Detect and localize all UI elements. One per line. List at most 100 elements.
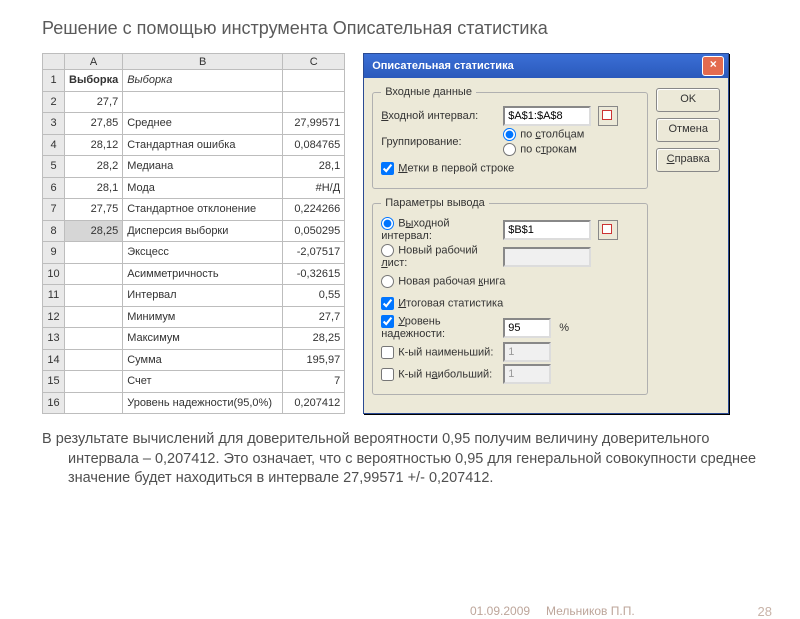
cell[interactable]: 27,99571 <box>283 113 345 135</box>
kth-smallest-checkbox[interactable]: К-ый наименьший: <box>381 346 499 359</box>
row-header[interactable]: 8 <box>43 220 65 242</box>
row-header[interactable]: 7 <box>43 199 65 221</box>
cell[interactable]: 28,25 <box>65 220 123 242</box>
cell[interactable]: #Н/Д <box>283 177 345 199</box>
dialog-titlebar[interactable]: Описательная статистика × <box>364 54 728 78</box>
new-workbook-radio[interactable]: Новая рабочая книга <box>381 275 505 288</box>
cell[interactable]: Эксцесс <box>123 242 283 264</box>
cell[interactable]: 7 <box>283 371 345 393</box>
row-header[interactable]: 2 <box>43 91 65 113</box>
table-row[interactable]: 16 Уровень надежности(95,0%)0,207412 <box>43 392 345 414</box>
cell[interactable]: Счет <box>123 371 283 393</box>
row-header[interactable]: 11 <box>43 285 65 307</box>
summary-statistics-checkbox[interactable]: Итоговая статистика <box>381 297 503 310</box>
cell[interactable] <box>65 349 123 371</box>
row-header[interactable]: 5 <box>43 156 65 178</box>
cell[interactable]: Мода <box>123 177 283 199</box>
table-row[interactable]: 9 Эксцесс-2,07517 <box>43 242 345 264</box>
row-header[interactable]: 15 <box>43 371 65 393</box>
cell[interactable]: Выборка <box>123 70 283 92</box>
kth-largest-checkbox[interactable]: К-ый наибольший: <box>381 368 499 381</box>
row-header[interactable]: 1 <box>43 70 65 92</box>
refedit-icon[interactable] <box>598 220 618 240</box>
col-a-header[interactable]: A <box>65 54 123 70</box>
cell[interactable] <box>65 328 123 350</box>
cell[interactable]: 0,55 <box>283 285 345 307</box>
table-row[interactable]: 528,2Медиана28,1 <box>43 156 345 178</box>
cell[interactable] <box>65 263 123 285</box>
help-button[interactable]: Справка <box>656 148 720 172</box>
ok-button[interactable]: OK <box>656 88 720 112</box>
cell[interactable]: 27,7 <box>65 91 123 113</box>
table-row[interactable]: 1ВыборкаВыборка <box>43 70 345 92</box>
table-row[interactable]: 14 Сумма195,97 <box>43 349 345 371</box>
cell[interactable] <box>65 392 123 414</box>
by-rows-radio[interactable]: по строкам <box>503 143 584 156</box>
row-header[interactable]: 10 <box>43 263 65 285</box>
cell[interactable]: Асимметричность <box>123 263 283 285</box>
table-row[interactable]: 15 Счет7 <box>43 371 345 393</box>
close-icon[interactable]: × <box>702 56 724 76</box>
table-row[interactable]: 10 Асимметричность-0,32615 <box>43 263 345 285</box>
cell[interactable]: Дисперсия выборки <box>123 220 283 242</box>
cell[interactable]: 28,25 <box>283 328 345 350</box>
table-row[interactable]: 227,7 <box>43 91 345 113</box>
row-header[interactable]: 14 <box>43 349 65 371</box>
cell[interactable]: Среднее <box>123 113 283 135</box>
cell[interactable]: Сумма <box>123 349 283 371</box>
table-row[interactable]: 628,1Мода#Н/Д <box>43 177 345 199</box>
output-range-radio[interactable]: Выходной интервал: <box>381 217 499 242</box>
cell[interactable] <box>283 70 345 92</box>
cancel-button[interactable]: Отмена <box>656 118 720 142</box>
cell[interactable]: Интервал <box>123 285 283 307</box>
cell[interactable]: Максимум <box>123 328 283 350</box>
cell[interactable]: Медиана <box>123 156 283 178</box>
cell[interactable]: 28,1 <box>283 156 345 178</box>
cell[interactable] <box>283 91 345 113</box>
cell[interactable]: Стандартное отклонение <box>123 199 283 221</box>
row-header[interactable]: 12 <box>43 306 65 328</box>
row-header[interactable]: 13 <box>43 328 65 350</box>
cell[interactable] <box>65 306 123 328</box>
cell[interactable]: 0,084765 <box>283 134 345 156</box>
row-header[interactable]: 6 <box>43 177 65 199</box>
table-row[interactable]: 12 Минимум27,7 <box>43 306 345 328</box>
cell[interactable]: 0,207412 <box>283 392 345 414</box>
col-b-header[interactable]: B <box>123 54 283 70</box>
cell[interactable]: Выборка <box>65 70 123 92</box>
row-header[interactable]: 3 <box>43 113 65 135</box>
confidence-level-checkbox[interactable]: Уровень надежности: <box>381 315 499 340</box>
row-header[interactable]: 16 <box>43 392 65 414</box>
table-row[interactable]: 727,75Стандартное отклонение0,224266 <box>43 199 345 221</box>
cell[interactable] <box>65 285 123 307</box>
cell[interactable] <box>65 242 123 264</box>
cell[interactable]: 195,97 <box>283 349 345 371</box>
cell[interactable]: 28,12 <box>65 134 123 156</box>
table-row[interactable]: 13 Максимум28,25 <box>43 328 345 350</box>
row-header[interactable]: 9 <box>43 242 65 264</box>
table-row[interactable]: 327,85Среднее27,99571 <box>43 113 345 135</box>
col-c-header[interactable]: C <box>283 54 345 70</box>
table-row[interactable]: 428,12Стандартная ошибка0,084765 <box>43 134 345 156</box>
cell[interactable] <box>123 91 283 113</box>
cell[interactable]: 0,224266 <box>283 199 345 221</box>
cell[interactable]: Минимум <box>123 306 283 328</box>
cell[interactable]: -2,07517 <box>283 242 345 264</box>
cell[interactable]: 0,050295 <box>283 220 345 242</box>
new-worksheet-radio[interactable]: Новый рабочий лист: <box>381 244 499 269</box>
row-header[interactable]: 4 <box>43 134 65 156</box>
table-row[interactable]: 11 Интервал0,55 <box>43 285 345 307</box>
refedit-icon[interactable] <box>598 106 618 126</box>
cell[interactable]: 27,7 <box>283 306 345 328</box>
cell[interactable] <box>65 371 123 393</box>
cell[interactable]: Стандартная ошибка <box>123 134 283 156</box>
corner-cell[interactable] <box>43 54 65 70</box>
cell[interactable]: Уровень надежности(95,0%) <box>123 392 283 414</box>
cell[interactable]: 28,1 <box>65 177 123 199</box>
by-columns-radio[interactable]: по столбцам <box>503 128 584 141</box>
cell[interactable]: 28,2 <box>65 156 123 178</box>
output-range-field[interactable] <box>503 220 591 240</box>
cell[interactable]: 27,85 <box>65 113 123 135</box>
cell[interactable]: -0,32615 <box>283 263 345 285</box>
cell[interactable]: 27,75 <box>65 199 123 221</box>
